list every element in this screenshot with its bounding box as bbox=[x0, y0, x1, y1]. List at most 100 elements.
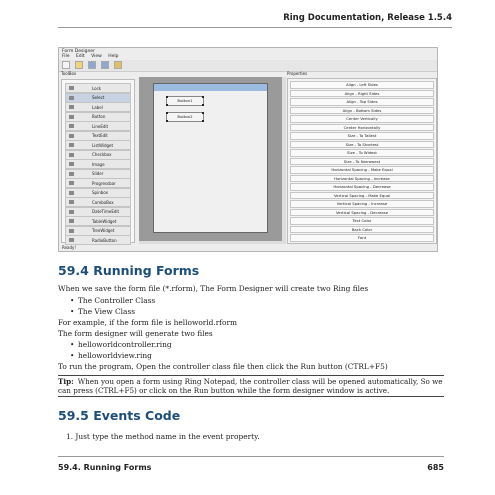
menu-help[interactable]: Help bbox=[108, 54, 118, 59]
toolbox-item-label: Spinbox bbox=[92, 190, 108, 195]
property-button[interactable]: Text Color bbox=[290, 217, 434, 225]
toolbox-item[interactable]: Lock bbox=[65, 83, 131, 93]
property-button[interactable]: Align - Bottom Sides bbox=[290, 106, 434, 114]
toolbox-item[interactable]: Slider bbox=[65, 168, 131, 179]
properties-title: Properties bbox=[287, 71, 308, 76]
save-as-icon[interactable] bbox=[101, 61, 109, 69]
resize-handle[interactable] bbox=[166, 96, 168, 98]
toolbox-item-label: RadioButton bbox=[92, 237, 117, 243]
tip-rule-bottom bbox=[58, 396, 444, 397]
property-button[interactable]: Size - To Widest bbox=[290, 149, 434, 157]
toolbox-item-label: LineEdit bbox=[92, 123, 109, 129]
save-icon[interactable] bbox=[88, 61, 96, 69]
toolbox-item-label: Button bbox=[92, 114, 106, 119]
widget-icon bbox=[69, 190, 74, 195]
paragraph-example: For example, if the form file is hellowo… bbox=[58, 318, 237, 327]
toolbox-item[interactable]: Checkbox bbox=[65, 149, 131, 160]
toolbox-item[interactable]: TextEdit bbox=[65, 130, 131, 141]
property-button[interactable]: Center Horizontally bbox=[290, 123, 434, 131]
new-file-icon[interactable] bbox=[62, 61, 70, 69]
property-button[interactable]: Align - Left Sides bbox=[290, 81, 434, 89]
property-button[interactable]: Vertical Spacing - Make Equal bbox=[290, 191, 434, 199]
form-designer-screenshot: Form Designer File Edit View Help ToolBo… bbox=[58, 47, 438, 252]
menu-view[interactable]: View bbox=[91, 54, 102, 59]
footer-section: 59.4. Running Forms bbox=[58, 463, 152, 472]
resize-handle[interactable] bbox=[202, 96, 204, 98]
widget-icon bbox=[69, 238, 74, 242]
tip-box: Tip: When you open a form using Ring Note… bbox=[58, 377, 444, 395]
property-button[interactable]: Horizontal Spacing - Make Equal bbox=[290, 166, 434, 174]
form-title-bar bbox=[154, 84, 267, 91]
list-item: helloworldview.ring bbox=[70, 351, 152, 360]
widget-icon bbox=[69, 124, 74, 128]
menu-bar: File Edit View Help bbox=[62, 54, 124, 59]
toolbox-item[interactable]: Progressbar bbox=[65, 178, 131, 188]
paragraph-generates: The form designer will generate two file… bbox=[58, 329, 213, 338]
open-project-icon[interactable] bbox=[114, 61, 122, 69]
toolbox-item[interactable]: RadioButton bbox=[65, 235, 131, 245]
form-button-2[interactable]: Button2 bbox=[166, 112, 204, 122]
widget-icon bbox=[69, 228, 74, 233]
toolbox-item[interactable]: Spinbox bbox=[65, 187, 131, 198]
toolbox-item[interactable]: TableWidget bbox=[65, 216, 131, 226]
vertical-scrollbar[interactable] bbox=[282, 77, 286, 241]
property-button[interactable]: Size - To Narrowest bbox=[290, 157, 434, 165]
list-item-step-1: 1. Just type the method name in the even… bbox=[66, 432, 260, 441]
widget-icon bbox=[69, 181, 74, 185]
resize-handle[interactable] bbox=[202, 104, 204, 106]
section-heading-running-forms: 59.4 Running Forms bbox=[58, 263, 200, 278]
property-button[interactable]: Vertical Spacing - Decrease bbox=[290, 208, 434, 216]
widget-icon bbox=[69, 143, 74, 147]
toolbox-item[interactable]: Select bbox=[65, 92, 131, 103]
header-rule bbox=[58, 27, 452, 28]
property-button[interactable]: Horizontal Spacing - Increase bbox=[290, 174, 434, 182]
widget-icon bbox=[69, 171, 74, 176]
list-item: helloworldcontroller.ring bbox=[70, 340, 172, 349]
resize-handle[interactable] bbox=[166, 112, 168, 114]
resize-handle[interactable] bbox=[202, 120, 204, 122]
widget-icon bbox=[69, 105, 74, 109]
footer-rule bbox=[58, 456, 444, 457]
list-item: The View Class bbox=[70, 307, 135, 316]
property-button[interactable]: Size - To Tallest bbox=[290, 132, 434, 140]
list-item: The Controller Class bbox=[70, 296, 155, 305]
property-button[interactable]: Center Vertically bbox=[290, 115, 434, 123]
resize-handle[interactable] bbox=[166, 120, 168, 122]
property-button[interactable]: Align - Right Sides bbox=[290, 89, 434, 97]
toolbox-item[interactable]: TreeWidget bbox=[65, 225, 131, 236]
property-button[interactable]: Font bbox=[290, 234, 434, 242]
property-button[interactable]: Vertical Spacing - Increase bbox=[290, 200, 434, 208]
menu-file[interactable]: File bbox=[62, 54, 70, 59]
widget-icon bbox=[69, 200, 74, 204]
form-window[interactable]: Button1 Button2 bbox=[153, 83, 268, 233]
status-bar: Ready! bbox=[62, 245, 77, 250]
open-folder-icon[interactable] bbox=[75, 61, 83, 69]
property-button[interactable]: Size - To Shortest bbox=[290, 140, 434, 148]
toolbox-title: ToolBox bbox=[61, 71, 77, 76]
toolbox-item[interactable]: Button bbox=[65, 111, 131, 122]
toolbox-item[interactable]: Label bbox=[65, 102, 131, 112]
form-button-1[interactable]: Button1 bbox=[166, 96, 204, 106]
properties-panel: Align - Left Sides Align - Right Sides Ali… bbox=[287, 78, 437, 244]
tip-rule-top bbox=[58, 375, 444, 376]
toolbox-item-label: Image bbox=[92, 161, 105, 167]
horizontal-scrollbar[interactable] bbox=[139, 241, 286, 244]
widget-icon bbox=[69, 209, 74, 214]
toolbox-item[interactable]: LineEdit bbox=[65, 121, 131, 131]
toolbox-item[interactable]: ListWidget bbox=[65, 140, 131, 150]
toolbox-item[interactable]: Image bbox=[65, 159, 131, 169]
toolbox-item[interactable]: ComboBox bbox=[65, 197, 131, 207]
property-button[interactable]: Align - Top Sides bbox=[290, 98, 434, 106]
paragraph-intro: When we save the form file (*.rform), Th… bbox=[58, 284, 369, 293]
menu-edit[interactable]: Edit bbox=[76, 54, 85, 59]
toolbox-item-label: TextEdit bbox=[92, 133, 108, 138]
paragraph-run: To run the program, Open the controller … bbox=[58, 362, 388, 371]
property-button[interactable]: Horizontal Spacing - Decrease bbox=[290, 183, 434, 191]
resize-handle[interactable] bbox=[166, 104, 168, 106]
widget-icon bbox=[69, 86, 74, 90]
property-button[interactable]: Back Color bbox=[290, 225, 434, 233]
widget-icon bbox=[69, 114, 74, 119]
widget-icon bbox=[69, 219, 74, 223]
toolbox-item[interactable]: DateTimeEdit bbox=[65, 206, 131, 217]
resize-handle[interactable] bbox=[202, 112, 204, 114]
